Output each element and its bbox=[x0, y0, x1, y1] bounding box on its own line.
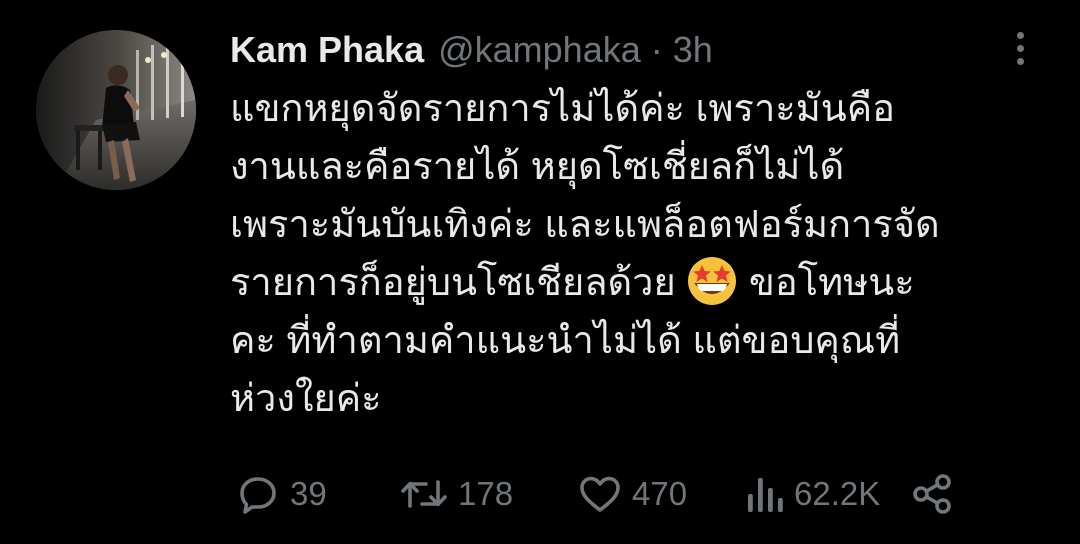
more-dot bbox=[1016, 44, 1024, 52]
more-icon[interactable] bbox=[1004, 26, 1036, 70]
tweet-text-line-with-emoji: รายการก็อยู่บนโซเชียลด้วย ขอโทษนะ bbox=[230, 254, 1040, 312]
avatar-photo bbox=[36, 30, 196, 190]
user-handle[interactable]: @kamphaka bbox=[438, 29, 641, 71]
more-dot bbox=[1016, 31, 1024, 39]
retweet-count: 178 bbox=[458, 475, 514, 512]
tweet-text-line: คะ ที่ทำตามคำแนะนำไม่ได้ แต่ขอบคุณที่ bbox=[230, 320, 901, 362]
avatar[interactable] bbox=[36, 30, 196, 190]
retweet-button[interactable]: 178 bbox=[398, 468, 513, 520]
like-count: 470 bbox=[632, 475, 688, 512]
reply-count: 39 bbox=[290, 475, 327, 512]
tweet-header: Kam Phaka @kamphaka · 3h bbox=[230, 22, 713, 78]
tweet-text-line: ห่วงใยค่ะ bbox=[230, 378, 382, 420]
reply-button[interactable]: 39 bbox=[234, 468, 327, 520]
separator-dot: · bbox=[650, 29, 663, 70]
more-dot bbox=[1016, 57, 1024, 65]
heart-icon bbox=[580, 476, 620, 512]
tweet-text-segment: ขอโทษนะ bbox=[748, 262, 915, 304]
reply-icon bbox=[240, 477, 276, 514]
views-count: 62.2K bbox=[794, 475, 881, 512]
like-button[interactable]: 470 bbox=[576, 468, 687, 520]
views-button[interactable]: 62.2K bbox=[742, 468, 880, 520]
share-icon bbox=[913, 474, 951, 514]
tweet-text-line: แขกหยุดจัดรายการไม่ได้ค่ะ เพราะมันคือ bbox=[230, 88, 895, 130]
share-button[interactable] bbox=[908, 468, 956, 520]
views-icon bbox=[748, 478, 783, 512]
tweet-text-line: เพราะมันบันเทิงค่ะ และแพล็อตฟอร์มการจัด bbox=[230, 204, 940, 246]
retweet-icon bbox=[401, 480, 447, 508]
display-name[interactable]: Kam Phaka bbox=[230, 29, 424, 71]
tweet-actions: 39 178 470 62.2K bbox=[234, 468, 1034, 520]
tweet-text: แขกหยุดจัดรายการไม่ได้ค่ะ เพราะมันคือ งา… bbox=[230, 80, 1040, 428]
timestamp[interactable]: 3h bbox=[673, 29, 713, 71]
tweet-text-segment: รายการก็อยู่บนโซเชียลด้วย bbox=[230, 262, 676, 304]
star-struck-emoji bbox=[688, 257, 737, 305]
tweet-text-line: งานและคือรายได้ หยุดโซเชี่ยลก็ไม่ได้ bbox=[230, 146, 845, 188]
